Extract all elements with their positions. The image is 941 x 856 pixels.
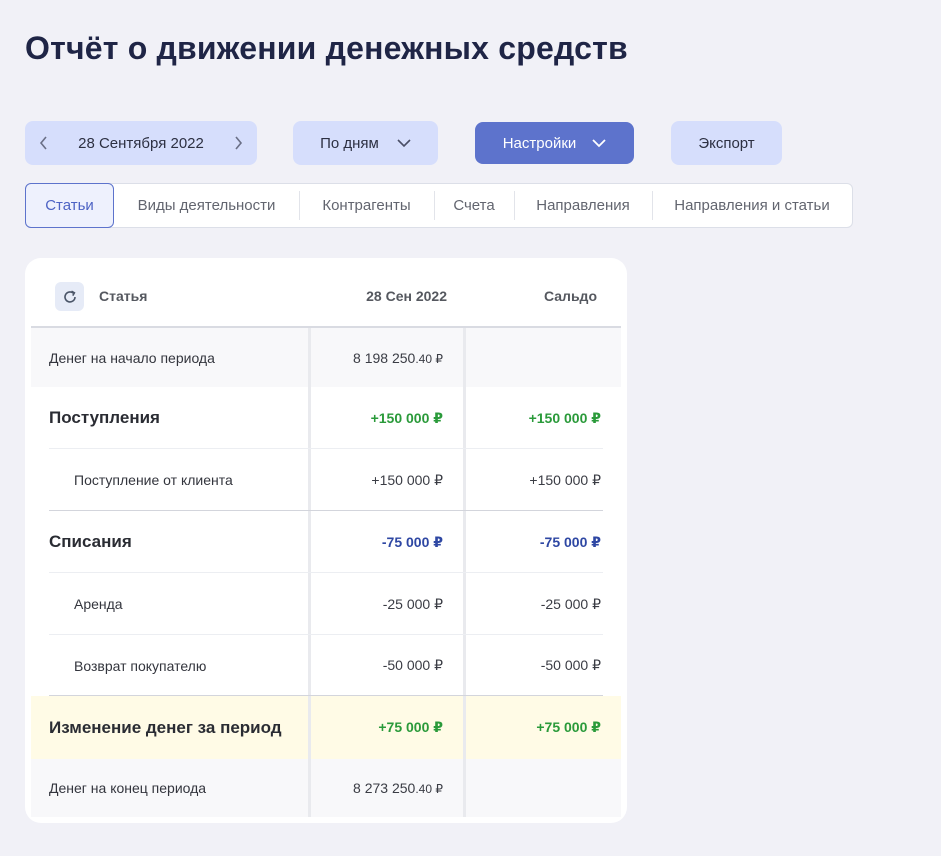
- tab-accounts[interactable]: Счета: [434, 183, 514, 228]
- date-label[interactable]: 28 Сентября 2022: [78, 135, 204, 152]
- row-value: -50 000 ₽: [382, 657, 443, 673]
- period-label: По дням: [320, 134, 379, 152]
- row-value: +75 000 ₽: [378, 719, 443, 735]
- row-label: Аренда: [74, 596, 123, 612]
- header-date[interactable]: 28 Сен 2022: [366, 288, 447, 304]
- chevron-down-icon: [397, 138, 411, 148]
- row-value: +150 000 ₽: [371, 471, 443, 488]
- table-row[interactable]: Аренда -25 000 ₽ -25 000 ₽: [31, 573, 621, 635]
- tab-counterparties[interactable]: Контрагенты: [299, 183, 434, 228]
- table-row[interactable]: Возврат покупателю -50 000 ₽ -50 000 ₽: [31, 635, 621, 696]
- tab-articles[interactable]: Статьи: [25, 183, 114, 228]
- tab-directions[interactable]: Направления: [514, 183, 652, 228]
- export-button[interactable]: Экспорт: [671, 121, 782, 165]
- row-value: 8 273 250.40 ₽: [353, 780, 443, 796]
- row-balance: +75 000 ₽: [536, 719, 601, 735]
- chevron-down-icon: [592, 138, 606, 148]
- table-row: Денег на начало периода 8 198 250.40 ₽: [31, 328, 621, 387]
- row-label: Поступление от клиента: [74, 472, 233, 488]
- tabs: Статьи Виды деятельности Контрагенты Сче…: [25, 183, 853, 228]
- row-label: Поступления: [49, 408, 160, 427]
- table-row[interactable]: Поступления +150 000 ₽ +150 000 ₽: [31, 387, 621, 449]
- row-balance: -50 000 ₽: [540, 657, 601, 673]
- settings-label: Настройки: [502, 134, 577, 152]
- header-balance[interactable]: Сальдо: [544, 288, 597, 304]
- table-row[interactable]: Списания -75 000 ₽ -75 000 ₽: [31, 511, 621, 573]
- row-balance: +150 000 ₽: [528, 409, 601, 426]
- table-row: Изменение денег за период +75 000 ₽ +75 …: [31, 696, 621, 759]
- row-label: Возврат покупателю: [74, 657, 207, 674]
- row-balance: +150 000 ₽: [529, 471, 601, 488]
- export-label: Экспорт: [698, 134, 755, 152]
- settings-button[interactable]: Настройки: [475, 122, 634, 164]
- row-value: +150 000 ₽: [370, 409, 443, 426]
- table-row[interactable]: Поступление от клиента +150 000 ₽ +150 0…: [31, 449, 621, 511]
- chevron-right-icon[interactable]: [229, 134, 247, 152]
- chevron-left-icon[interactable]: [35, 134, 53, 152]
- row-label: Списания: [49, 532, 132, 551]
- row-label: Изменение денег за период: [49, 717, 282, 737]
- row-balance: -75 000 ₽: [539, 533, 601, 550]
- refresh-icon[interactable]: [55, 282, 84, 311]
- row-value: 8 198 250.40 ₽: [353, 349, 443, 366]
- toolbar: 28 Сентября 2022 По дням Настройки Экспо…: [0, 121, 941, 165]
- header-article[interactable]: Статья: [99, 288, 147, 304]
- tab-directions-and-articles[interactable]: Направления и статьи: [652, 183, 852, 228]
- row-label: Денег на начало периода: [49, 349, 215, 366]
- page-title: Отчёт о движении денежных средств: [25, 30, 628, 66]
- cashflow-table: Статья 28 Сен 2022 Сальдо Денег на начал…: [25, 258, 627, 823]
- row-label: Денег на конец периода: [49, 780, 207, 796]
- period-select-button[interactable]: По дням: [293, 121, 438, 165]
- row-value: -75 000 ₽: [381, 533, 443, 550]
- tab-activity-types[interactable]: Виды деятельности: [114, 183, 299, 228]
- table-row: Денег на конец периода 8 273 250.40 ₽: [31, 759, 621, 817]
- table-header: Статья 28 Сен 2022 Сальдо: [31, 258, 621, 328]
- date-picker: 28 Сентября 2022: [25, 121, 257, 165]
- row-value: -25 000 ₽: [382, 595, 443, 612]
- row-balance: -25 000 ₽: [540, 595, 601, 612]
